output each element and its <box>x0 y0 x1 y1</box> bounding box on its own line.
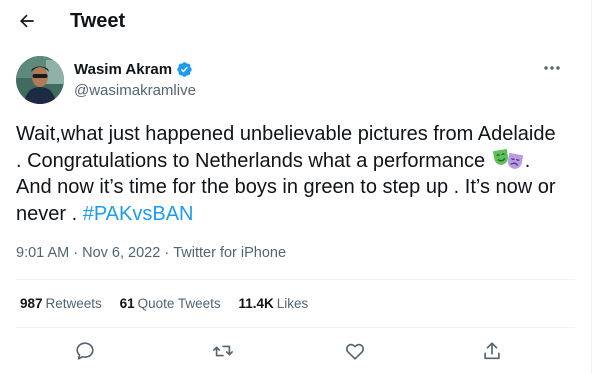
performing-arts-emoji-icon <box>492 148 523 169</box>
like-icon <box>346 343 364 360</box>
share-button[interactable] <box>480 339 504 363</box>
share-icon <box>484 342 500 360</box>
meta-separator: · <box>73 245 79 262</box>
tweet-stats: 987 Retweets 61 Quote Tweets 11.4K Likes <box>20 295 322 313</box>
tweet-date[interactable]: Nov 6, 2022 <box>82 245 160 261</box>
quote-tweets-stat[interactable]: 61 Quote Tweets <box>120 295 221 313</box>
retweet-icon <box>213 345 233 357</box>
more-horizontal-icon <box>544 66 560 70</box>
retweets-count: 987 <box>20 296 43 311</box>
author-handle[interactable]: @wasimakramlive <box>74 82 196 100</box>
page-title: Tweet <box>70 10 126 32</box>
quote-tweets-label: Quote Tweets <box>137 296 221 311</box>
reply-button[interactable] <box>73 339 97 363</box>
retweets-label: Retweets <box>45 296 102 311</box>
author-display-name[interactable]: Wasim Akram <box>74 60 172 79</box>
profile-photo <box>16 56 64 104</box>
back-button[interactable] <box>12 6 42 36</box>
retweets-stat[interactable]: 987 Retweets <box>20 295 102 313</box>
tweet-source[interactable]: Twitter for iPhone <box>173 245 286 261</box>
tweet-text: Wait,what just happened unbelievable pic… <box>16 121 566 227</box>
divider <box>16 279 575 280</box>
divider <box>16 327 575 328</box>
likes-count: 11.4K <box>238 296 274 311</box>
meta-separator: · <box>164 245 170 262</box>
tweet-metadata: 9:01 AM · Nov 6, 2022 · Twitter for iPho… <box>16 244 286 262</box>
author-name-row: Wasim Akram <box>74 60 193 79</box>
likes-stat[interactable]: 11.4K Likes <box>238 295 308 313</box>
likes-label: Likes <box>276 296 309 311</box>
verified-badge-icon <box>177 62 192 77</box>
avatar[interactable] <box>16 56 64 104</box>
more-options-button[interactable] <box>538 58 566 78</box>
arrow-left-icon <box>19 14 34 28</box>
like-button[interactable] <box>343 339 367 363</box>
hashtag-link[interactable]: #PAKvsBAN <box>83 203 194 225</box>
tweet-page: Tweet Wasim Akram @wasimakramlive Wait,w… <box>0 0 592 374</box>
tweet-text-part1: Wait,what just happened unbelievable pic… <box>16 123 556 172</box>
quote-tweets-count: 61 <box>119 296 135 311</box>
tweet-time[interactable]: 9:01 AM <box>16 245 69 261</box>
tweet-actions-bar <box>0 336 591 366</box>
retweet-button[interactable] <box>211 339 235 363</box>
page-header: Tweet <box>0 0 591 40</box>
reply-icon <box>76 342 94 360</box>
